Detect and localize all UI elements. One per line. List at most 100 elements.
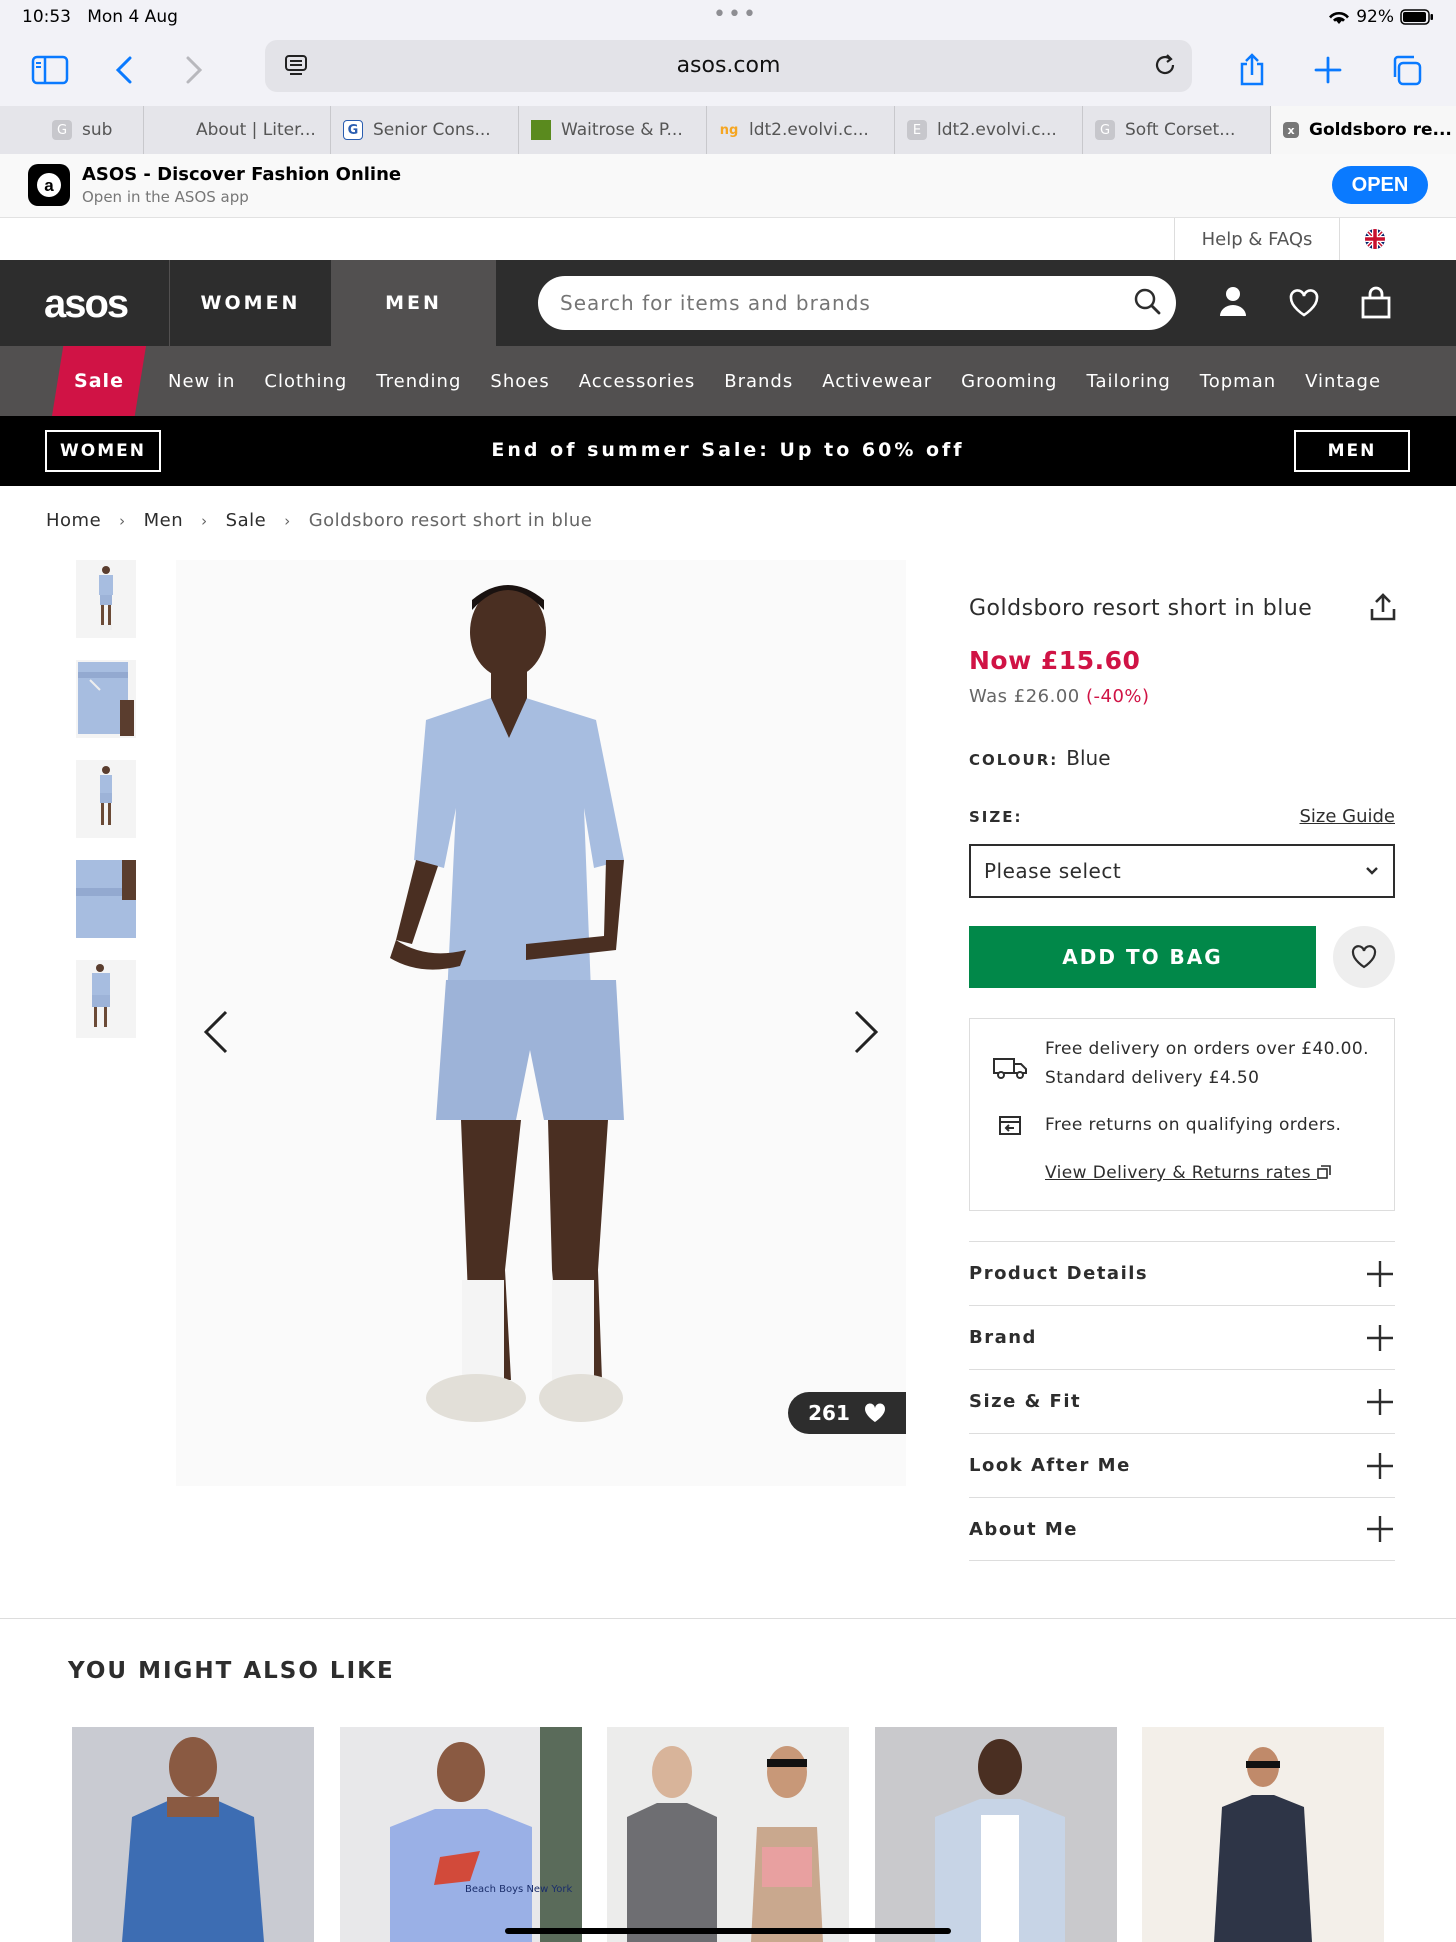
uk-flag-icon[interactable]: [1340, 218, 1410, 260]
close-tab-icon[interactable]: x: [1283, 122, 1299, 138]
breadcrumb-men[interactable]: Men: [144, 510, 184, 531]
tab-label: Soft Corset...: [1125, 120, 1236, 140]
accordion-product-details[interactable]: Product Details: [969, 1241, 1395, 1305]
breadcrumb-sale[interactable]: Sale: [226, 510, 267, 531]
open-app-button[interactable]: OPEN: [1332, 166, 1428, 204]
asos-logo[interactable]: asos: [44, 282, 129, 327]
original-price: Was £26.00 (-40%): [969, 686, 1150, 707]
category-item[interactable]: Topman: [1200, 371, 1276, 392]
browser-toolbar: asos.com: [0, 34, 1456, 106]
tab-favicon: G: [1095, 120, 1115, 140]
size-guide-link[interactable]: Size Guide: [1299, 806, 1395, 827]
delivery-info-box: Free delivery on orders over £40.00. Stan…: [969, 1018, 1395, 1211]
product-main-image[interactable]: [176, 560, 906, 1486]
tab-3[interactable]: G Senior Cons...: [331, 106, 519, 154]
tab-1[interactable]: Gsub: [0, 106, 144, 154]
thumbnail-1[interactable]: [76, 560, 136, 638]
tab-favicon: G: [52, 120, 72, 140]
category-item[interactable]: Brands: [724, 371, 793, 392]
back-icon[interactable]: [102, 48, 146, 92]
address-bar[interactable]: asos.com: [265, 40, 1192, 92]
tab-label: Waitrose & P...: [561, 120, 683, 140]
category-item[interactable]: New in: [168, 371, 235, 392]
sidebar-toggle-icon[interactable]: [28, 48, 72, 92]
thumbnail-3[interactable]: [76, 760, 136, 838]
reload-icon: [1155, 54, 1175, 75]
delivery-returns-link[interactable]: View Delivery & Returns rates: [1045, 1159, 1331, 1188]
recommended-product-1[interactable]: [72, 1727, 314, 1942]
breadcrumb-home[interactable]: Home: [46, 510, 101, 531]
plus-icon: [1367, 1516, 1393, 1542]
add-to-bag-button[interactable]: ADD TO BAG: [969, 926, 1316, 988]
tab-5[interactable]: ng ldt2.evolvi.c...: [707, 106, 895, 154]
search-input[interactable]: [560, 276, 1120, 330]
url-text[interactable]: asos.com: [265, 53, 1192, 78]
share-icon[interactable]: [1230, 48, 1274, 92]
home-indicator[interactable]: [505, 1928, 951, 1934]
save-for-later-button[interactable]: [1333, 926, 1395, 988]
plus-icon: [1367, 1260, 1393, 1287]
accordion-brand[interactable]: Brand: [969, 1305, 1395, 1369]
forward-icon[interactable]: [172, 48, 216, 92]
tabs-overview-icon[interactable]: [1384, 48, 1428, 92]
accordion-look-after-me[interactable]: Look After Me: [969, 1433, 1395, 1497]
previous-image-arrow-icon[interactable]: [202, 1008, 230, 1056]
accordion-about-me[interactable]: About Me: [969, 1497, 1395, 1561]
category-item[interactable]: Tailoring: [1086, 371, 1170, 392]
promo-message[interactable]: End of summer Sale: Up to 60% off: [0, 439, 1456, 461]
category-item[interactable]: Activewear: [822, 371, 932, 392]
thumbnail-4[interactable]: [76, 860, 136, 938]
category-item[interactable]: Shoes: [490, 371, 549, 392]
recommended-product-2[interactable]: Beach Boys New York: [340, 1727, 582, 1942]
was-price: Was £26.00: [969, 686, 1080, 707]
chevron-right-icon: ›: [201, 512, 208, 530]
recommended-product-4[interactable]: [875, 1727, 1117, 1942]
saved-items-heart-icon[interactable]: [1288, 288, 1320, 318]
category-item[interactable]: Grooming: [961, 371, 1057, 392]
plus-icon: [1367, 1452, 1393, 1479]
rates-link-text[interactable]: View Delivery & Returns rates: [1045, 1163, 1311, 1183]
women-tab[interactable]: WOMEN: [169, 260, 331, 346]
bag-icon[interactable]: [1360, 286, 1392, 320]
help-faqs-link[interactable]: Help & FAQs: [1174, 218, 1340, 260]
account-icon[interactable]: [1218, 284, 1248, 320]
next-image-arrow-icon[interactable]: [852, 1008, 880, 1056]
promo-men-button[interactable]: MEN: [1294, 430, 1410, 472]
tab-4[interactable]: Waitrose & P...: [519, 106, 707, 154]
tab-7[interactable]: G Soft Corset...: [1083, 106, 1271, 154]
recommended-product-3[interactable]: [607, 1727, 849, 1942]
tab-2[interactable]: About | Liter...: [144, 106, 331, 154]
likes-badge[interactable]: 261: [788, 1392, 906, 1434]
sale-category[interactable]: Sale: [52, 346, 146, 416]
thumbnail-2[interactable]: [76, 660, 136, 738]
battery-icon: [1400, 9, 1433, 25]
new-tab-icon[interactable]: [1306, 48, 1350, 92]
men-tab[interactable]: MEN: [331, 260, 495, 346]
category-item[interactable]: Vintage: [1305, 371, 1381, 392]
banner-subtitle: Open in the ASOS app: [82, 188, 249, 206]
accordion-label: About Me: [969, 1518, 1078, 1540]
size-label: SIZE:: [969, 808, 1023, 826]
size-select[interactable]: Please select: [969, 844, 1395, 898]
plus-icon: [1367, 1388, 1393, 1415]
multitasking-dots-icon[interactable]: •••: [713, 2, 758, 27]
accordion-label: Product Details: [969, 1263, 1149, 1284]
tab-6[interactable]: Eldt2.evolvi.c...: [895, 106, 1083, 154]
thumbnail-5[interactable]: [76, 960, 136, 1038]
chevron-right-icon: ›: [284, 512, 291, 530]
accordion-label: Size & Fit: [969, 1391, 1082, 1412]
tab-active[interactable]: x Goldsboro re...: [1271, 106, 1456, 154]
category-item[interactable]: Clothing: [264, 371, 347, 392]
share-product-icon[interactable]: [1369, 592, 1397, 622]
accordion-size-fit[interactable]: Size & Fit: [969, 1369, 1395, 1433]
delivery-text: Free delivery on orders over £40.00. Stan…: [1045, 1035, 1369, 1093]
category-item[interactable]: Trending: [376, 371, 461, 392]
sale-price: Now £15.60: [969, 646, 1141, 675]
likes-count: 261: [808, 1401, 850, 1425]
colour-label: COLOUR:: [969, 751, 1059, 769]
waitrose-favicon-icon: [531, 120, 551, 140]
category-item[interactable]: Accessories: [579, 371, 696, 392]
recommended-product-5[interactable]: [1142, 1727, 1384, 1942]
search-box[interactable]: [538, 276, 1176, 330]
heart-filled-icon: [864, 1403, 885, 1422]
